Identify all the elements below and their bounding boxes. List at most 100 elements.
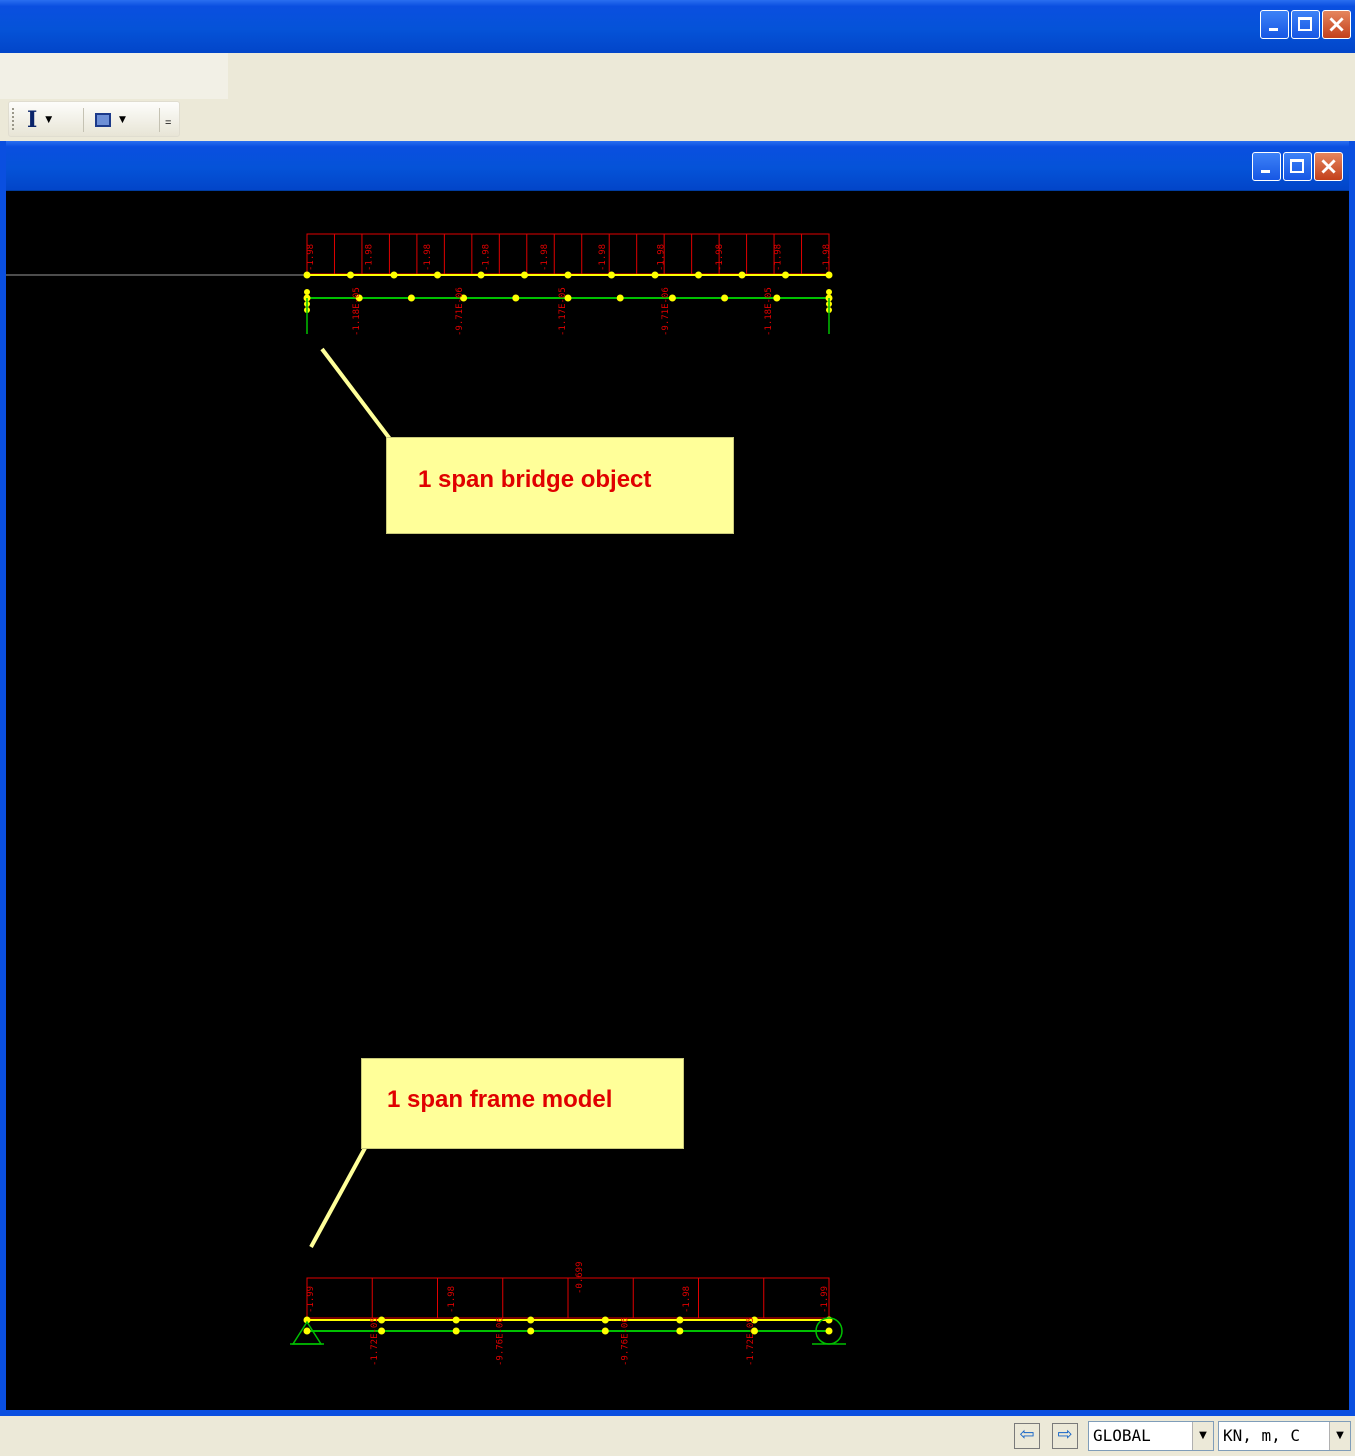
mid-label: -0.699: [575, 1261, 585, 1294]
joint-icon: [521, 271, 528, 279]
callout-frame-model: 1 span frame model: [361, 1058, 684, 1149]
callout-text: 1 span frame model: [387, 1086, 613, 1113]
callout-bridge-object: 1 span bridge object: [386, 437, 734, 534]
joint-icon: [527, 1327, 535, 1335]
joint-icon: [773, 294, 781, 302]
frame-model-diagram: -1.99 -1.98 -1.98 -1.99 -1.72E-05 -9.76E-06-…: [290, 1261, 846, 1366]
next-view-button[interactable]: ⇨: [1052, 1423, 1078, 1449]
chevron-down-icon: ▼: [119, 115, 126, 125]
units-value: KN, m, C: [1223, 1426, 1301, 1445]
moment-label: -9.71E-06: [455, 287, 465, 336]
toolbar-separator: [83, 108, 84, 132]
load-label: -1.98: [822, 244, 832, 271]
close-icon: ×: [1326, 10, 1347, 38]
minimize-icon: [1269, 28, 1278, 31]
load-diagram-ticks: [371, 1278, 765, 1318]
joint-icon: [303, 271, 311, 279]
moment-labels: -1.18E-05 -9.71E-06 -1.17E-05 -9.71E-06 -1.1…: [352, 287, 774, 336]
moment-label: -1.17E-05: [558, 287, 568, 336]
previous-view-button[interactable]: ⇦: [1014, 1423, 1040, 1449]
arrow-left-icon: ⇦: [1019, 1424, 1035, 1445]
maximize-icon: [1290, 159, 1304, 173]
text-cursor-dropdown-button[interactable]: I ▼: [27, 106, 52, 134]
app-close-button[interactable]: ×: [1322, 10, 1351, 39]
app-maximize-button[interactable]: [1291, 10, 1320, 39]
load-labels: -1.98 -1.98 -1.98 -1.98 -1.98 -1.98 -1.98 -1.98…: [306, 244, 832, 271]
chevron-down-icon[interactable]: ▼: [1192, 1422, 1213, 1450]
toolbar-grip[interactable]: [12, 108, 14, 132]
joint-icon: [676, 1327, 684, 1335]
model-viewport[interactable]: -1.98 -1.98 -1.98 -1.98 -1.98 -1.98 -1.98 -1.98…: [6, 191, 1349, 1410]
load-label: -1.98: [306, 244, 316, 271]
joint-icon: [676, 1316, 684, 1324]
load-diagram-ticks: [333, 234, 803, 274]
load-label: -1.98: [774, 244, 784, 271]
joint-icon: [651, 271, 659, 279]
app-minimize-button[interactable]: [1260, 10, 1289, 39]
status-bar: ⇦ ⇨ GLOBAL ▼ KN, m, C ▼: [0, 1416, 1355, 1456]
load-label: -1.98: [598, 244, 608, 271]
joint-icon: [303, 1327, 311, 1335]
load-diagram-outline: [306, 233, 830, 275]
units-select[interactable]: KN, m, C ▼: [1218, 1421, 1351, 1451]
coordinate-system-select[interactable]: GLOBAL ▼: [1088, 1421, 1214, 1451]
maximize-icon: [1298, 17, 1312, 31]
moment-label: -1.72E-05: [370, 1317, 380, 1366]
chevron-down-icon[interactable]: ▼: [1329, 1422, 1350, 1450]
toolbar-separator: [159, 108, 160, 132]
load-label: -1.99: [820, 1286, 830, 1313]
joint-icon: [825, 1327, 833, 1335]
view-window-controls: ×: [1252, 152, 1343, 181]
text-cursor-icon: I: [27, 107, 38, 133]
close-icon: ×: [1318, 152, 1339, 180]
joint-icon: [608, 271, 615, 279]
joint-icon: [695, 271, 702, 279]
callout-leader: [320, 347, 392, 441]
view-minimize-button[interactable]: [1252, 152, 1281, 181]
arrow-right-icon: ⇨: [1057, 1424, 1073, 1445]
display-box-icon: [95, 113, 111, 127]
bridge-frame-joints: [303, 289, 833, 313]
menu-bar-strip: [0, 53, 228, 99]
load-label: -1.98: [540, 244, 550, 271]
load-label: -1.98: [423, 244, 433, 271]
joint-icon: [601, 1316, 609, 1324]
joint-icon: [390, 271, 398, 279]
load-label: -1.98: [447, 1286, 457, 1313]
view-title-bar: ×: [6, 141, 1349, 191]
load-label: -1.98: [657, 244, 667, 271]
load-label: -1.98: [481, 244, 491, 271]
view-close-button[interactable]: ×: [1314, 152, 1343, 181]
joint-icon: [825, 271, 833, 279]
joint-icon: [601, 1327, 609, 1335]
moment-label: -1.18E-05: [352, 287, 362, 336]
joint-icon: [434, 271, 441, 279]
moment-labels: -1.72E-05 -9.76E-06 -9.76E-06 -1.72E-05: [370, 1317, 756, 1366]
moment-label: -9.76E-06: [621, 1317, 631, 1366]
toolbar: I ▼ ▼ =: [0, 99, 1355, 142]
joint-icon: [527, 1316, 535, 1324]
coordinate-system-value: GLOBAL: [1093, 1426, 1151, 1445]
bridge-object-diagram: -1.98 -1.98 -1.98 -1.98 -1.98 -1.98 -1.98 -1.98…: [303, 233, 833, 336]
toolbar-strip: I ▼ ▼: [8, 101, 180, 137]
joint-icon: [721, 294, 729, 302]
joint-icon: [452, 1327, 460, 1335]
moment-label: -9.71E-06: [661, 287, 671, 336]
view-frame-right: [1349, 141, 1355, 1415]
joint-icon: [477, 271, 485, 279]
load-label: -1.99: [306, 1286, 316, 1313]
joint-icon: [347, 271, 354, 279]
app-window-controls: ×: [1260, 10, 1351, 39]
menu-bar: [0, 53, 1355, 99]
toolbar-overflow-icon[interactable]: =: [165, 117, 171, 129]
moment-label: -1.72E-05: [746, 1317, 756, 1366]
callout-text: 1 span bridge object: [418, 466, 652, 493]
display-box-dropdown-button[interactable]: ▼: [95, 106, 126, 134]
chevron-down-icon: ▼: [45, 115, 53, 125]
joint-icon: [407, 294, 415, 302]
model-canvas: -1.98 -1.98 -1.98 -1.98 -1.98 -1.98 -1.98 -1.98…: [6, 233, 846, 1366]
view-maximize-button[interactable]: [1283, 152, 1312, 181]
joint-icon: [512, 294, 520, 302]
moment-label: -9.76E-06: [495, 1317, 505, 1366]
joint-icon: [738, 271, 746, 279]
